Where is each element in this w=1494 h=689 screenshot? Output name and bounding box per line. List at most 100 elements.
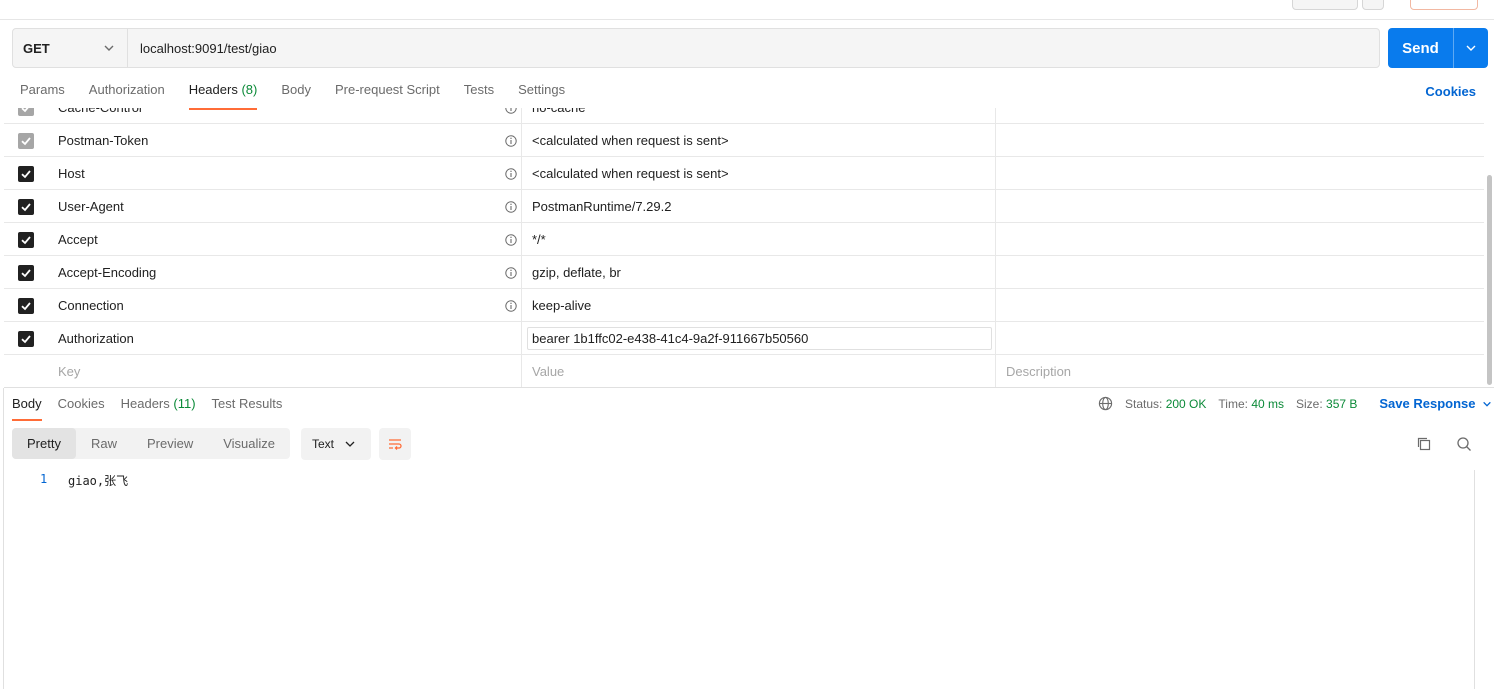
cookies-link[interactable]: Cookies	[1425, 84, 1476, 99]
header-value[interactable]: bearer 1b1ffc02-e438-41c4-9a2f-911667b50…	[522, 322, 996, 355]
status-text[interactable]: Status: 200 OK	[1125, 397, 1206, 411]
view-raw[interactable]: Raw	[76, 428, 132, 459]
header-checkbox[interactable]	[18, 198, 34, 215]
info-icon[interactable]	[505, 200, 517, 213]
header-description[interactable]	[996, 223, 1484, 256]
header-description[interactable]	[996, 190, 1484, 223]
toolbar-button[interactable]	[1362, 0, 1384, 10]
header-value[interactable]: gzip, deflate, br	[522, 256, 996, 289]
tab-authorization[interactable]: Authorization	[89, 82, 165, 108]
tab-label: Headers	[120, 396, 170, 411]
header-checkbox[interactable]	[18, 108, 34, 116]
tab-label: Body	[281, 82, 311, 97]
header-key[interactable]: Authorization	[48, 322, 522, 355]
header-key[interactable]: Cache-Control	[48, 108, 522, 124]
header-checkbox[interactable]	[18, 165, 34, 182]
chevron-down-icon	[1466, 45, 1476, 51]
response-body-editor[interactable]: 1 giao,张飞	[4, 470, 1474, 689]
save-response-button[interactable]: Save Response	[1379, 396, 1491, 411]
search-icon[interactable]	[1456, 436, 1472, 452]
tab-label: Cookies	[57, 396, 105, 411]
method-label: GET	[23, 40, 50, 56]
info-icon[interactable]	[505, 233, 517, 246]
scrollbar[interactable]	[1487, 175, 1492, 385]
header-value-text: <calculated when request is sent>	[532, 166, 729, 181]
toolbar-button[interactable]	[1410, 0, 1478, 10]
url-input[interactable]: localhost:9091/test/giao	[128, 41, 277, 56]
new-description-input[interactable]: Description	[996, 355, 1484, 387]
header-checkbox[interactable]	[18, 264, 34, 281]
header-description[interactable]	[996, 157, 1484, 190]
send-options-button[interactable]	[1454, 28, 1488, 68]
header-checkbox[interactable]	[18, 297, 34, 314]
tab-response-body[interactable]: Body	[12, 396, 42, 421]
header-description[interactable]	[996, 108, 1484, 124]
time-value: 40 ms	[1251, 396, 1284, 411]
header-checkbox[interactable]	[18, 330, 34, 347]
header-description[interactable]	[996, 256, 1484, 289]
header-value-input[interactable]: bearer 1b1ffc02-e438-41c4-9a2f-911667b50…	[527, 327, 992, 350]
header-value-text: PostmanRuntime/7.29.2	[532, 199, 672, 214]
response-status: Status: 200 OK Time: 40 ms Size: 357 B S…	[1098, 396, 1492, 411]
header-checkbox[interactable]	[18, 132, 34, 149]
tab-label: Headers	[188, 82, 238, 97]
chevron-down-icon	[345, 441, 355, 447]
header-value[interactable]: PostmanRuntime/7.29.2	[522, 190, 996, 223]
table-row: Connection keep-alive	[4, 289, 1484, 322]
tab-response-headers[interactable]: Headers (11)	[121, 396, 196, 419]
scrollbar[interactable]	[1474, 470, 1475, 689]
wrap-icon	[389, 439, 402, 450]
tab-tests[interactable]: Tests	[464, 82, 494, 108]
header-description[interactable]	[996, 289, 1484, 322]
header-key[interactable]: Connection	[48, 289, 522, 322]
time-text[interactable]: Time: 40 ms	[1218, 397, 1284, 411]
tab-pre-request-script[interactable]: Pre-request Script	[335, 82, 440, 108]
copy-icon[interactable]	[1416, 436, 1432, 452]
header-description[interactable]	[996, 124, 1484, 157]
response-tabs: Body Cookies Headers (11) Test Results	[12, 396, 283, 421]
tab-response-cookies[interactable]: Cookies	[58, 396, 105, 419]
header-description[interactable]	[996, 322, 1484, 355]
info-icon[interactable]	[505, 108, 517, 114]
globe-icon[interactable]	[1098, 396, 1113, 411]
header-value[interactable]: <calculated when request is sent>	[522, 124, 996, 157]
header-value[interactable]: <calculated when request is sent>	[522, 157, 996, 190]
size-text[interactable]: Size: 357 B	[1296, 397, 1357, 411]
info-icon[interactable]	[505, 167, 517, 180]
info-icon[interactable]	[505, 299, 517, 312]
wrap-lines-button[interactable]	[379, 428, 411, 460]
view-visualize[interactable]: Visualize	[208, 428, 290, 459]
method-select[interactable]: GET	[13, 29, 128, 67]
toolbar-button[interactable]	[1292, 0, 1358, 10]
header-key[interactable]: Accept-Encoding	[48, 256, 522, 289]
header-checkbox[interactable]	[18, 231, 34, 248]
header-key[interactable]: User-Agent	[48, 190, 522, 223]
row-checkbox-cell	[4, 322, 48, 355]
new-key-input[interactable]: Key	[48, 355, 522, 387]
header-key[interactable]: Host	[48, 157, 522, 190]
header-value[interactable]: no-cache	[522, 108, 996, 124]
view-pretty[interactable]: Pretty	[12, 428, 76, 459]
send-button[interactable]: Send	[1388, 28, 1454, 68]
new-value-input[interactable]: Value	[522, 355, 996, 387]
table-row: Authorization bearer 1b1ffc02-e438-41c4-9…	[4, 322, 1484, 355]
header-value[interactable]: keep-alive	[522, 289, 996, 322]
info-icon[interactable]	[505, 266, 517, 279]
header-key[interactable]: Accept	[48, 223, 522, 256]
view-preview[interactable]: Preview	[132, 428, 208, 459]
header-key[interactable]: Postman-Token	[48, 124, 522, 157]
tab-headers[interactable]: Headers (8)	[188, 82, 257, 110]
header-key-text: Connection	[58, 298, 124, 313]
tab-test-results[interactable]: Test Results	[212, 396, 283, 419]
format-select[interactable]: Text	[301, 428, 371, 460]
header-value[interactable]: */*	[522, 223, 996, 256]
table-row: Host <calculated when request is sent>	[4, 157, 1484, 190]
size-label: Size:	[1296, 396, 1323, 411]
tab-body[interactable]: Body	[281, 82, 311, 108]
info-icon[interactable]	[505, 134, 517, 147]
tab-params[interactable]: Params	[20, 82, 65, 108]
header-value-text: no-cache	[532, 108, 585, 115]
pane-divider[interactable]	[4, 387, 1494, 388]
url-bar: GET localhost:9091/test/giao	[12, 28, 1380, 68]
tab-settings[interactable]: Settings	[518, 82, 565, 108]
